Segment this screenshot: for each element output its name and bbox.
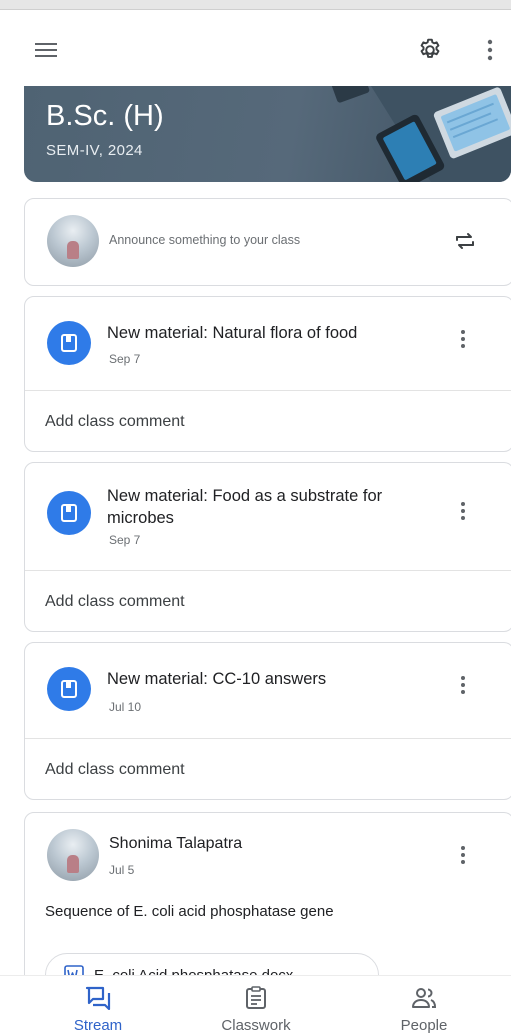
post-author: Shonima Talapatra: [109, 835, 243, 852]
app-bar: [0, 12, 511, 86]
add-class-comment-link[interactable]: Add class comment: [45, 413, 185, 431]
material-header[interactable]: New material: Natural flora of food Sep …: [25, 297, 511, 391]
class-section: SEM-IV, 2024: [46, 142, 143, 159]
repost-icon: [456, 233, 474, 249]
people-icon: [412, 988, 437, 1008]
stream-icon: [85, 986, 111, 1010]
more-vert-icon: [461, 502, 465, 520]
avatar: [47, 829, 99, 881]
add-class-comment-link[interactable]: Add class comment: [45, 593, 185, 611]
material-book-icon: [61, 504, 77, 522]
bottom-navigation: Stream Classwork People: [0, 975, 511, 1035]
status-bar-edge: [0, 0, 511, 10]
repost-button[interactable]: [443, 219, 487, 263]
settings-button[interactable]: [408, 28, 452, 72]
material-date: Sep 7: [109, 352, 141, 366]
material-book-icon: [61, 680, 77, 698]
announce-card[interactable]: Announce something to your class: [24, 198, 511, 286]
hamburger-menu-icon: [35, 43, 57, 57]
nav-classwork[interactable]: Classwork: [186, 976, 326, 1035]
material-type-icon: [47, 321, 91, 365]
class-title: B.Sc. (H): [46, 100, 164, 132]
material-card[interactable]: New material: CC-10 answers Jul 10 Add c…: [24, 642, 511, 800]
more-vert-icon: [487, 39, 493, 61]
material-more-button[interactable]: [445, 317, 481, 361]
announce-placeholder[interactable]: Announce something to your class: [109, 233, 300, 247]
material-header[interactable]: New material: Food as a substrate for mi…: [25, 463, 511, 571]
material-header[interactable]: New material: CC-10 answers Jul 10: [25, 643, 511, 739]
class-banner[interactable]: B.Sc. (H) SEM-IV, 2024: [24, 86, 511, 182]
more-vert-icon: [461, 330, 465, 348]
material-card[interactable]: New material: Natural flora of food Sep …: [24, 296, 511, 452]
nav-classwork-label: Classwork: [221, 1017, 291, 1034]
more-vert-icon: [461, 846, 465, 864]
material-card[interactable]: New material: Food as a substrate for mi…: [24, 462, 511, 632]
material-type-icon: [47, 667, 91, 711]
nav-stream-label: Stream: [73, 1017, 123, 1034]
nav-people-label: People: [400, 1017, 448, 1034]
app-screen: B.Sc. (H) SEM-IV, 2024 Announce somethin…: [0, 0, 511, 1035]
material-title: New material: CC-10 answers: [107, 670, 327, 688]
banner-illustration: [331, 86, 511, 182]
more-options-button[interactable]: [468, 28, 511, 72]
avatar: [47, 215, 99, 267]
add-class-comment-link[interactable]: Add class comment: [45, 761, 185, 779]
post-more-button[interactable]: [445, 833, 481, 877]
material-date: Jul 10: [109, 700, 142, 714]
post-body: Sequence of E. coli acid phosphatase gen…: [45, 903, 334, 920]
material-book-icon: [61, 334, 77, 352]
classwork-icon: [246, 986, 266, 1009]
menu-button[interactable]: [24, 28, 68, 72]
nav-people[interactable]: People: [354, 976, 494, 1035]
post-date: Jul 5: [109, 863, 135, 877]
material-title: New material: Natural flora of food: [107, 324, 358, 342]
material-more-button[interactable]: [445, 663, 481, 707]
material-more-button[interactable]: [445, 489, 481, 533]
more-vert-icon: [461, 676, 465, 694]
material-date: Sep 7: [109, 533, 141, 547]
nav-stream[interactable]: Stream: [28, 976, 168, 1035]
material-type-icon: [47, 491, 91, 535]
material-title: New material: Food as a substrate for mi…: [107, 487, 383, 527]
gear-icon: [420, 38, 440, 58]
